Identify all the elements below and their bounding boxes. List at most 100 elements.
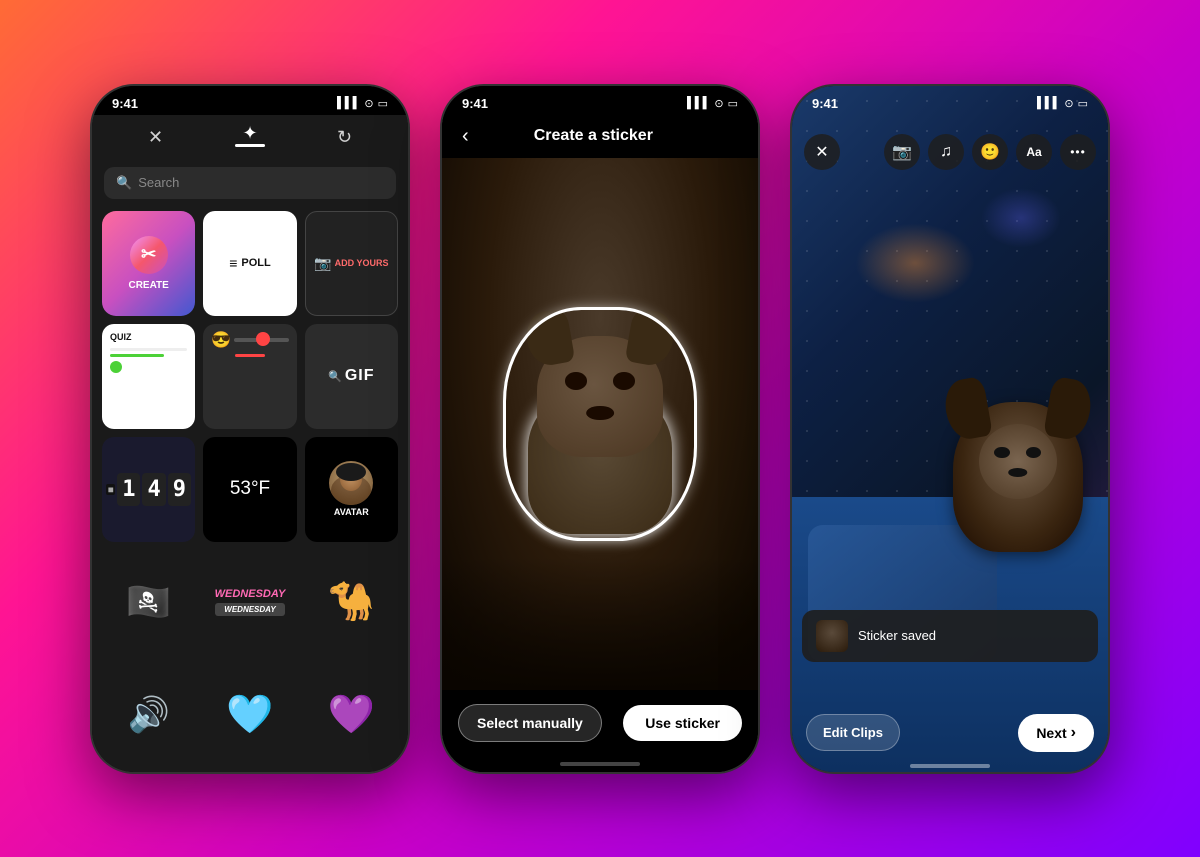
sticker-toolbar: ✕ ✦ ↻ [92, 115, 408, 161]
quiz-bar-filled [110, 354, 164, 357]
dog-photo-area [442, 158, 758, 690]
poll-list-icon: ≡ [229, 255, 237, 271]
dog-nose [586, 406, 614, 421]
sticker-gif[interactable]: 🔍 GIF [305, 324, 398, 429]
wednesday-top: WEDNESDAY [215, 588, 286, 600]
sticker-poll[interactable]: ≡ POLL [203, 211, 296, 316]
next-label: Next [1036, 725, 1066, 741]
sticker-heart-purple[interactable]: 💜 [305, 663, 398, 768]
home-indicator-2 [442, 756, 758, 772]
story-close-button[interactable]: ✕ [804, 134, 840, 170]
dog-head [537, 336, 663, 457]
story-editor-content: ✕ 📷 ♫ 🙂 Aa ••• [792, 86, 1108, 772]
sticker-addyours[interactable]: 📷 ADD YOURS [305, 211, 398, 316]
status-bar-2: 9:41 ▌▌▌ ⊙ ▭ [442, 86, 758, 115]
dog-eye-left [565, 372, 588, 390]
home-indicator-3 [792, 764, 1108, 768]
soundon-emoji: 🔊 [127, 695, 169, 735]
status-time-3: 9:41 [812, 96, 838, 111]
sticker-wednesday[interactable]: WEDNESDAY WEDNESDAY [203, 550, 296, 655]
sticker-temperature[interactable]: 53°F [203, 437, 296, 542]
sticker-hat[interactable]: 🏴‍☠️ [102, 550, 195, 655]
story-nebula [981, 188, 1061, 248]
sticker-picker-content: ✕ ✦ ↻ 🔍 Search ✂ CREATE ≡ POLL [92, 115, 408, 772]
avatar-label: AVATAR [334, 507, 369, 517]
create-sticker-title: Create a sticker [483, 127, 704, 145]
sticker-eye-right [1026, 447, 1042, 458]
gif-label: GIF [345, 367, 375, 385]
hat-emoji: 🏴‍☠️ [126, 581, 171, 623]
create-circle-icon: ✂ [130, 236, 168, 274]
music-tool-button[interactable]: ♫ [928, 134, 964, 170]
sticker-avatar[interactable]: AVATAR [305, 437, 398, 542]
toast-thumbnail [816, 620, 848, 652]
sticker-camel[interactable]: 🐪 [305, 550, 398, 655]
text-tool-button[interactable]: Aa [1016, 134, 1052, 170]
wifi-icon-2: ⊙ [714, 97, 723, 110]
addyours-label: ADD YOURS [335, 258, 389, 268]
wifi-icon: ⊙ [364, 97, 373, 110]
sticker-quiz[interactable]: QUIZ [102, 324, 195, 429]
heart-blue-emoji: 🩵 [226, 693, 273, 737]
story-bottom-actions: Edit Clips Next › [792, 714, 1108, 752]
more-tool-icon: ••• [1070, 145, 1086, 159]
emoji-thumb [256, 332, 270, 346]
sticker-heart-blue[interactable]: 🩵 [203, 663, 296, 768]
sticker-tool-button[interactable]: 🙂 [972, 134, 1008, 170]
quiz-dot [110, 361, 122, 373]
search-bar[interactable]: 🔍 Search [104, 167, 396, 199]
sticker-emoji-slider[interactable]: 😎 [203, 324, 296, 429]
next-button[interactable]: Next › [1018, 714, 1094, 752]
dog-sticker-placed[interactable] [953, 402, 1083, 552]
wednesday-badge: WEDNESDAY [215, 603, 286, 616]
count-9: 9 [168, 473, 191, 506]
select-manually-button[interactable]: Select manually [458, 704, 602, 742]
emoji-row: 😎 [211, 330, 288, 350]
editor-tools-group: 📷 ♫ 🙂 Aa ••• [884, 134, 1096, 170]
status-time-2: 9:41 [462, 96, 488, 111]
dog-background [442, 158, 758, 690]
search-placeholder: Search [138, 175, 179, 190]
poll-label: POLL [241, 257, 270, 269]
signal-icon-3: ▌▌▌ [1037, 97, 1060, 109]
text-tool-icon: Aa [1026, 145, 1041, 159]
toolbar-divider [235, 144, 265, 147]
quiz-bar-empty [110, 348, 187, 351]
signal-icon: ▌▌▌ [337, 97, 360, 109]
emoji-track [234, 338, 288, 342]
status-icons-1: ▌▌▌ ⊙ ▭ [337, 97, 388, 110]
toast-message: Sticker saved [858, 628, 936, 643]
status-bar-1: 9:41 ▌▌▌ ⊙ ▭ [92, 86, 408, 115]
close-icon-3: ✕ [815, 142, 828, 162]
use-sticker-button[interactable]: Use sticker [623, 705, 742, 741]
sticker-nose [1008, 468, 1028, 477]
back-button[interactable]: ‹ [458, 121, 473, 152]
edit-clips-button[interactable]: Edit Clips [806, 714, 900, 751]
more-tool-button[interactable]: ••• [1060, 134, 1096, 170]
sticker-countdown[interactable]: ■ 1 4 9 [102, 437, 195, 542]
close-icon[interactable]: ✕ [148, 127, 163, 148]
next-chevron-icon: › [1071, 724, 1076, 742]
spark-icon[interactable]: ✦ [242, 123, 257, 144]
camera-tool-icon: 📷 [892, 142, 912, 162]
countdown-prefix: ■ [106, 484, 115, 495]
wifi-icon-3: ⊙ [1064, 97, 1073, 110]
dog-sticker-body [953, 402, 1083, 552]
create-sticker-header: ‹ Create a sticker [442, 115, 758, 158]
sticker-soundon[interactable]: 🔊 [102, 663, 195, 768]
status-icons-3: ▌▌▌ ⊙ ▭ [1037, 97, 1088, 110]
count-4: 4 [142, 473, 165, 506]
gif-search-icon: 🔍 [328, 370, 342, 383]
refresh-icon[interactable]: ↻ [337, 127, 352, 148]
phone-1-sticker-picker: 9:41 ▌▌▌ ⊙ ▭ ✕ ✦ ↻ 🔍 Search ✂ CREATE [90, 84, 410, 774]
dog-eye-right [613, 372, 636, 390]
sticker-create[interactable]: ✂ CREATE [102, 211, 195, 316]
emoji-face: 😎 [211, 330, 231, 350]
battery-icon-2: ▭ [728, 97, 738, 110]
dog-ear-left [523, 308, 576, 369]
camera-tool-button[interactable]: 📷 [884, 134, 920, 170]
sticker-saved-toast: Sticker saved [802, 610, 1098, 662]
signal-icon-2: ▌▌▌ [687, 97, 710, 109]
home-bar-3 [910, 764, 990, 768]
music-tool-icon: ♫ [940, 143, 952, 161]
